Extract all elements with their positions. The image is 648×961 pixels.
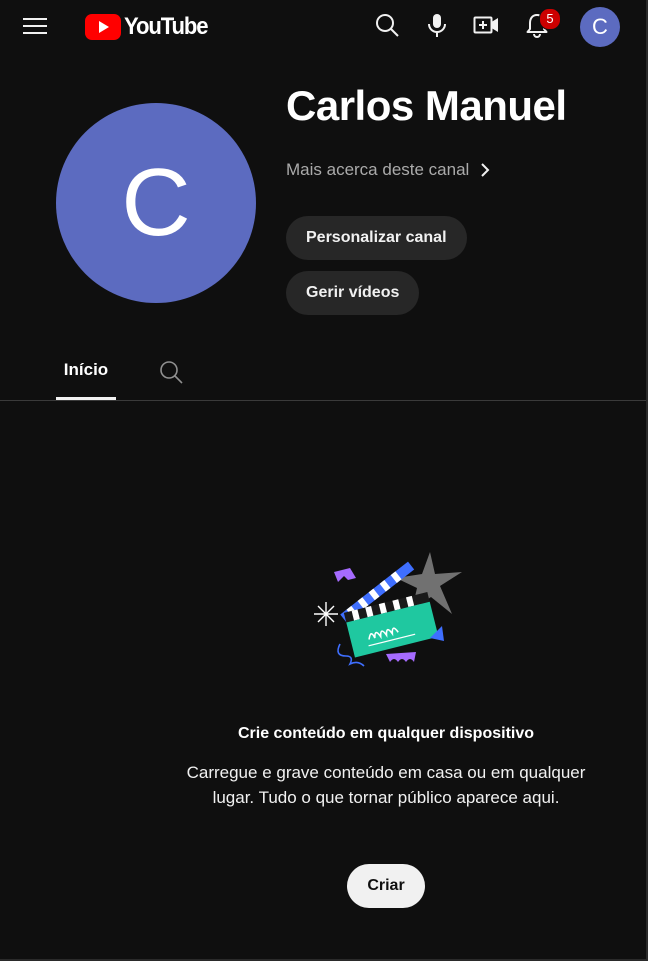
search-icon[interactable] [374, 12, 400, 38]
channel-page: YouTube 5 C C Carlos Manuel Mais acerca … [0, 0, 646, 959]
tabs-divider [0, 400, 646, 401]
account-avatar[interactable]: C [580, 7, 620, 47]
create-button[interactable]: Criar [347, 864, 425, 908]
logo-wordmark: YouTube [124, 13, 209, 40]
create-video-icon[interactable] [473, 12, 499, 38]
more-about-label: Mais acerca deste canal [286, 160, 470, 179]
chevron-right-icon [481, 163, 490, 177]
tab-home[interactable]: Início [56, 356, 116, 384]
youtube-play-icon [85, 14, 121, 40]
channel-avatar: C [56, 103, 256, 303]
clapperboard-illustration [314, 552, 462, 667]
masthead: YouTube 5 C [0, 0, 646, 56]
empty-state-description: Carregue e grave conteúdo em casa ou em … [186, 763, 586, 807]
channel-search-icon[interactable] [158, 359, 184, 385]
menu-icon[interactable] [23, 14, 47, 38]
notification-badge: 5 [539, 8, 561, 30]
customize-channel-button[interactable]: Personalizar canal [286, 216, 467, 260]
manage-videos-button[interactable]: Gerir vídeos [286, 271, 420, 315]
empty-state-title: Crie conteúdo em qualquer dispositivo [237, 725, 535, 742]
youtube-logo[interactable]: YouTube [85, 13, 215, 41]
channel-name: Carlos Manuel [286, 82, 567, 129]
more-about-channel-link[interactable]: Mais acerca deste canal [286, 160, 491, 180]
microphone-icon[interactable] [424, 12, 450, 38]
